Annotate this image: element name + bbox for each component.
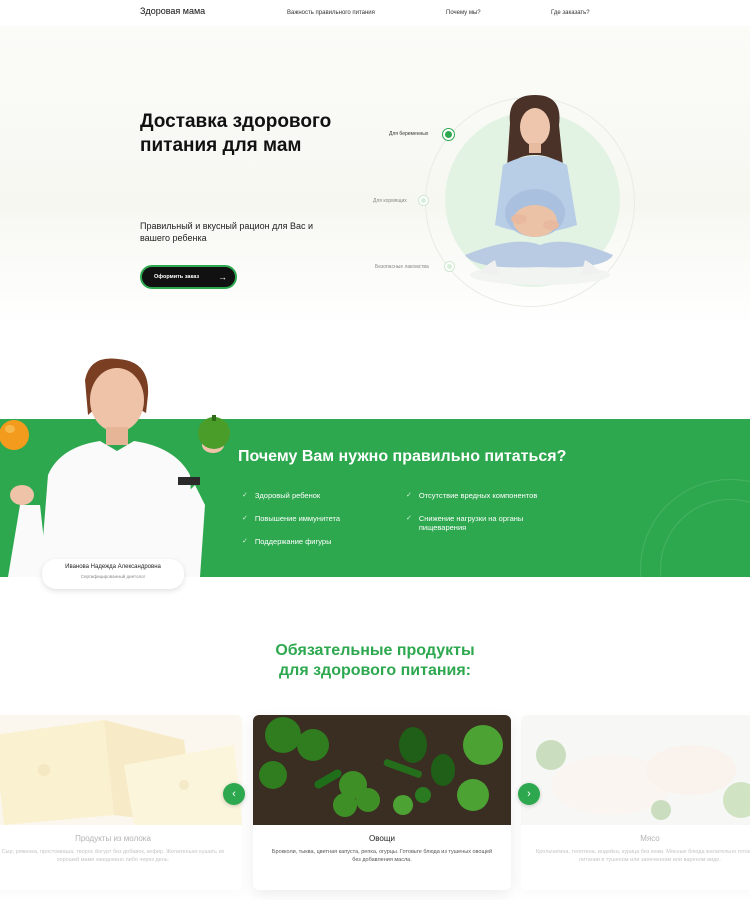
site-logo[interactable]: Здоровая мама <box>140 6 205 16</box>
dietitian-card: Иванова Надежда Александровна Сертифицир… <box>42 559 184 589</box>
meat-image <box>521 715 750 825</box>
site-header: Здоровая мама Важность правильного питан… <box>0 0 750 26</box>
product-card-vegetables[interactable]: Овощи Брокколи, тыква, цветная капуста, … <box>253 715 511 890</box>
carousel-next-button[interactable]: › <box>518 783 540 805</box>
why-title: Почему Вам нужно правильно питаться? <box>238 448 567 465</box>
dietitian-name: Иванова Надежда Александровна <box>65 564 161 570</box>
product-card-dairy[interactable]: Продукты из молока Сыр, ряженка, просток… <box>0 715 242 890</box>
dietitian-role: Сертифицированный диетолог <box>80 574 146 579</box>
audience-dot-nursing[interactable] <box>419 196 428 205</box>
product-card-meat[interactable]: Мясо Крольчатина, телятина, индейка, кур… <box>521 715 750 890</box>
audience-dot-treats[interactable] <box>445 262 454 271</box>
audience-label-pregnant[interactable]: Для беременных <box>389 131 428 137</box>
product-card-title: Овощи <box>369 834 395 843</box>
hero-title: Доставка здорового питания для мам <box>140 111 332 156</box>
cheese-image <box>0 715 242 825</box>
nav-link-where-to-order[interactable]: Где заказать? <box>551 10 590 16</box>
chevron-left-icon: ‹ <box>232 788 236 800</box>
check-icon: ✓ <box>242 515 248 522</box>
check-icon: ✓ <box>406 492 412 499</box>
product-card-description: Сыр, ряженка, простокваша, творог, йогур… <box>1 849 225 863</box>
carousel-prev-button[interactable]: ‹ <box>223 783 245 805</box>
why-item: ✓ Здоровый ребенок <box>242 491 321 500</box>
arrow-right-icon: → <box>218 272 227 282</box>
order-button[interactable]: Оформить заказ → <box>140 265 237 289</box>
hero-section <box>0 26 750 326</box>
audience-label-treats[interactable]: Безопасные лакомства <box>375 264 429 270</box>
audience-dot-pregnant[interactable] <box>443 129 454 140</box>
why-item: ✓ Снижение нагрузки на органы пищеварения <box>406 514 524 532</box>
why-item: ✓ Повышение иммунитета <box>242 514 341 523</box>
dietitian-photo <box>0 358 230 577</box>
order-button-label: Оформить заказ <box>154 274 200 280</box>
check-icon: ✓ <box>406 515 412 522</box>
product-card-description: Крольчатина, телятина, индейка, курица б… <box>536 849 750 863</box>
why-item: ✓ Поддержание фигуры <box>242 537 332 546</box>
pregnant-woman-photo <box>465 95 613 285</box>
vegetables-image <box>253 715 511 825</box>
product-card-description: Брокколи, тыква, цветная капуста, репка,… <box>271 849 493 863</box>
products-title: Обязательные продукты для здорового пита… <box>275 642 475 679</box>
check-icon: ✓ <box>242 538 248 545</box>
hero-subtitle: Правильный и вкусный рацион для Вас и ва… <box>140 221 313 243</box>
product-card-title: Мясо <box>640 834 660 843</box>
nav-link-why-us[interactable]: Почему мы? <box>446 10 481 16</box>
nav-link-importance[interactable]: Важность правильного питания <box>287 10 375 16</box>
check-icon: ✓ <box>242 492 248 499</box>
chevron-right-icon: › <box>527 788 531 800</box>
product-card-title: Продукты из молока <box>75 834 151 843</box>
audience-label-nursing[interactable]: Для кормящих <box>373 198 407 204</box>
why-item: ✓ Отсутствие вредных компонентов <box>406 491 538 500</box>
